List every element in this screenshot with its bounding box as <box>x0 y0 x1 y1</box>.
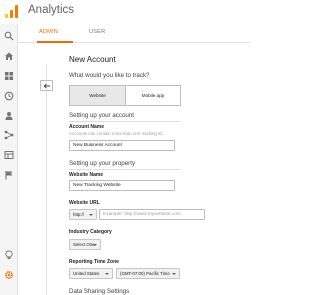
account-name-input[interactable]: New Business Account <box>69 140 175 151</box>
customization-icon[interactable] <box>4 71 14 81</box>
lightbulb-icon[interactable] <box>4 250 14 260</box>
app-title: Analytics <box>28 4 75 16</box>
property-section-heading: Setting up your property <box>69 160 136 167</box>
back-arrow-icon <box>43 83 50 89</box>
home-icon[interactable] <box>4 51 14 61</box>
website-url-label: Website URL <box>69 200 100 206</box>
url-protocol-value: http:// <box>73 212 84 217</box>
left-nav-rail <box>0 24 18 295</box>
data-sharing-heading: Data Sharing Settings <box>69 288 130 295</box>
page-title: New Account <box>69 55 116 64</box>
website-url-input[interactable]: Example: http://www.mywebsite.com <box>99 209 205 220</box>
website-name-input[interactable]: New Tracking Website <box>69 180 175 191</box>
acquisition-icon[interactable] <box>4 130 14 140</box>
reporting-time-zone-label: Reporting Time Zone <box>69 259 119 265</box>
gear-icon[interactable] <box>4 270 14 280</box>
active-tab-indicator <box>37 41 73 43</box>
back-button[interactable] <box>40 80 53 91</box>
account-name-hint: Accounts can contain more than one track… <box>69 131 164 136</box>
top-bar: Analytics <box>0 0 250 24</box>
divider <box>69 121 181 122</box>
step-gutter-line <box>46 64 47 295</box>
admin-user-tabs: ADMIN USER <box>18 24 250 43</box>
analytics-logo-icon <box>5 5 18 18</box>
search-icon[interactable] <box>4 31 14 41</box>
website-name-label: Website Name <box>69 172 104 178</box>
flag-icon[interactable] <box>4 170 14 180</box>
industry-category-value: Select One <box>73 242 95 247</box>
track-question: What would you like to track? <box>69 72 150 79</box>
url-protocol-select[interactable]: http:// <box>69 209 97 220</box>
industry-category-select[interactable]: Select One <box>69 239 101 250</box>
industry-category-label: Industry Category <box>69 229 112 235</box>
tab-admin[interactable]: ADMIN <box>39 29 58 35</box>
audience-icon[interactable] <box>4 111 14 121</box>
behavior-icon[interactable] <box>4 150 14 160</box>
timezone-zone-select[interactable]: (GMT-07:00) Pacific Time <box>116 268 180 279</box>
account-section-heading: Setting up your account <box>69 112 135 119</box>
divider <box>69 169 181 170</box>
tab-user[interactable]: USER <box>89 29 105 35</box>
chevron-down-icon <box>93 243 97 246</box>
timezone-country-value: United States <box>73 271 100 276</box>
account-name-label: Account Name <box>69 124 105 130</box>
chevron-down-icon <box>172 272 176 275</box>
track-mobile-app-option[interactable]: Mobile app <box>125 85 181 106</box>
clock-icon[interactable] <box>4 91 14 101</box>
chevron-down-icon <box>105 272 109 275</box>
timezone-zone-value: (GMT-07:00) Pacific Time <box>120 271 170 276</box>
track-website-option[interactable]: Website <box>69 85 125 106</box>
chevron-down-icon <box>89 213 93 216</box>
timezone-country-select[interactable]: United States <box>69 268 113 279</box>
